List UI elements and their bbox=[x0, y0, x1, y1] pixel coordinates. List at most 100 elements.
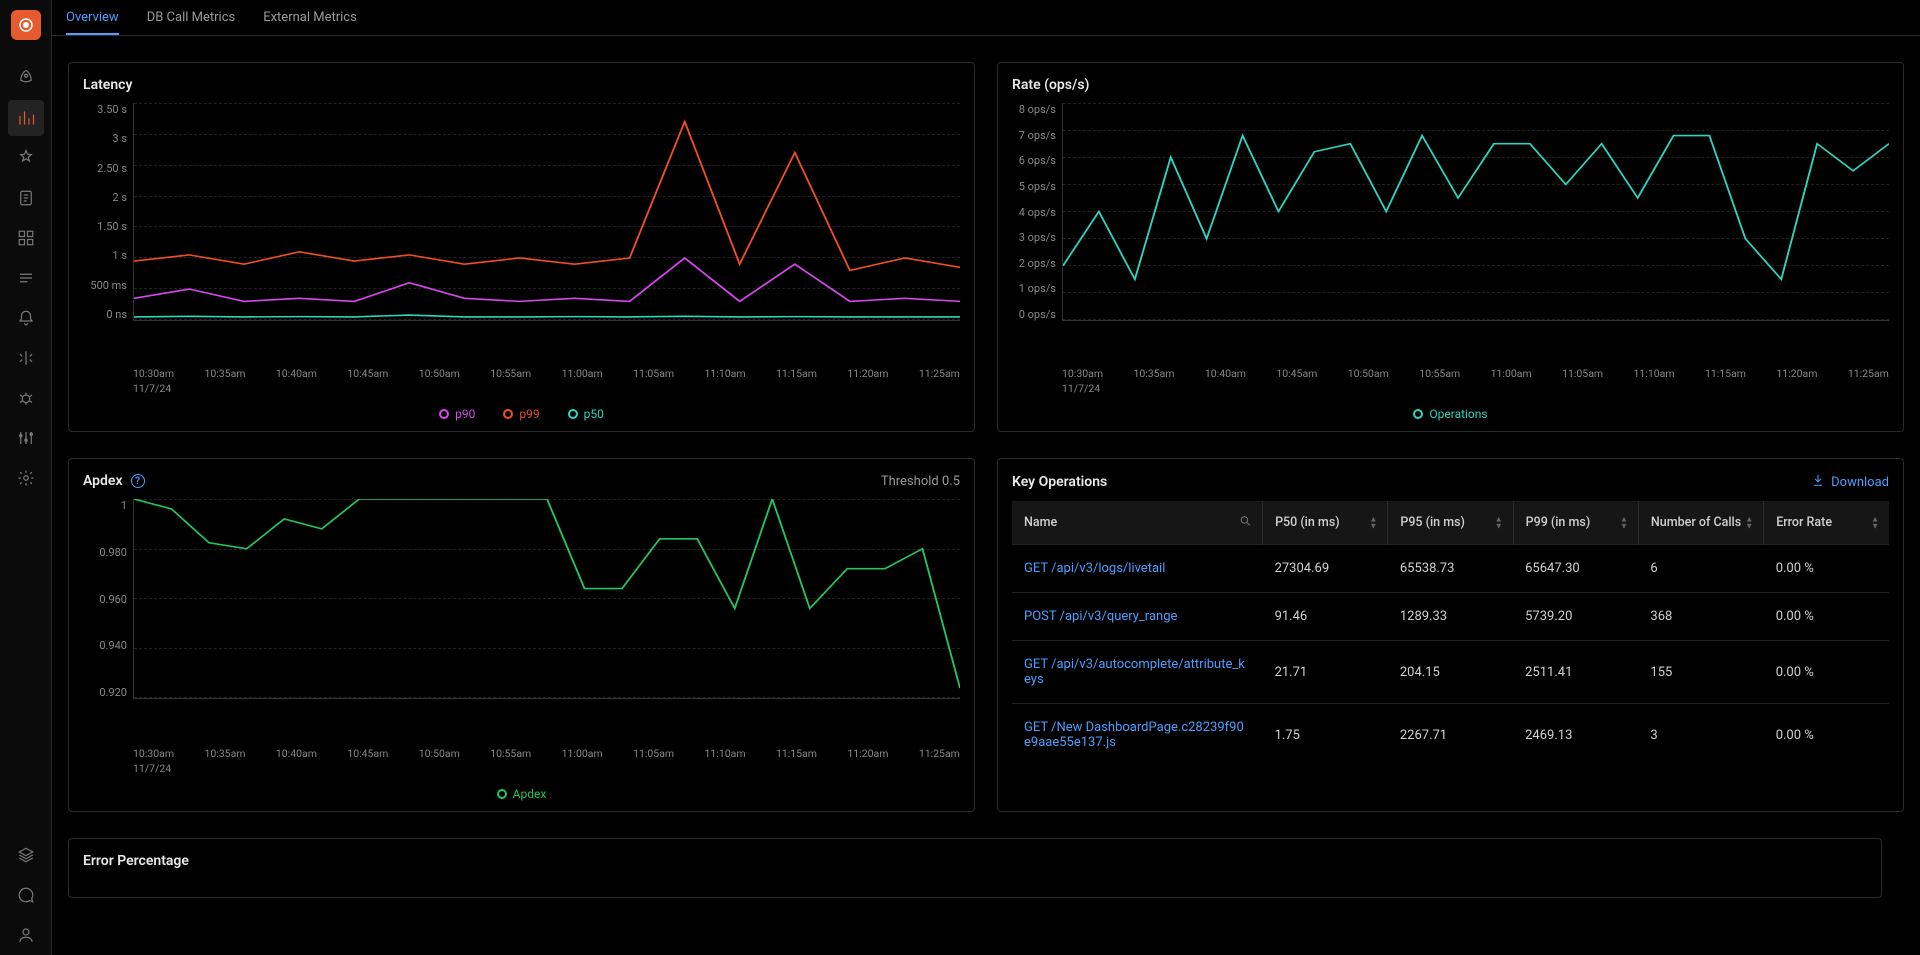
page-tabs: Overview DB Call Metrics External Metric… bbox=[52, 0, 1920, 36]
xtick: 10:45am bbox=[1276, 367, 1317, 380]
legend-label: p90 bbox=[455, 407, 475, 421]
xtick: 10:40am bbox=[1205, 367, 1246, 380]
ytick: 2 s bbox=[112, 191, 127, 204]
latency-xaxis: 10:30am 10:35am 10:40am 10:45am 10:50am … bbox=[133, 363, 960, 380]
rate-plot[interactable] bbox=[1062, 103, 1889, 321]
apdex-yaxis: 1 0.980 0.960 0.940 0.920 bbox=[83, 499, 133, 699]
col-label: P99 (in ms) bbox=[1526, 515, 1591, 530]
legend-p90[interactable]: p90 bbox=[439, 407, 475, 421]
xtick: 11:15am bbox=[1705, 367, 1746, 380]
op-name-link[interactable]: GET /api/v3/autocomplete/attribute_keys bbox=[1012, 641, 1263, 704]
xtick: 11:10am bbox=[1634, 367, 1675, 380]
download-button[interactable]: Download bbox=[1811, 473, 1889, 491]
ytick: 4 ops/s bbox=[1019, 206, 1056, 219]
rate-yaxis: 8 ops/s 7 ops/s 6 ops/s 5 ops/s 4 ops/s … bbox=[1012, 103, 1062, 321]
cell-p95: 204.15 bbox=[1388, 641, 1513, 704]
cell-p95: 2267.71 bbox=[1388, 704, 1513, 767]
xtick: 11:25am bbox=[919, 367, 960, 380]
tab-external[interactable]: External Metrics bbox=[263, 3, 357, 35]
op-name-link[interactable]: GET /New DashboardPage.c28239f90e9aae55e… bbox=[1012, 704, 1263, 767]
nav-account[interactable] bbox=[8, 917, 44, 953]
panel-rate: Rate (ops/s) 8 ops/s 7 ops/s 6 ops/s 5 o… bbox=[997, 62, 1904, 432]
op-name-link[interactable]: GET /api/v3/logs/livetail bbox=[1012, 545, 1263, 593]
nav-exceptions[interactable] bbox=[8, 340, 44, 376]
cell-p50: 27304.69 bbox=[1263, 545, 1388, 593]
sort-icon[interactable]: ▲▼ bbox=[1871, 516, 1879, 529]
xtick: 10:35am bbox=[204, 367, 245, 380]
rate-legend: Operations bbox=[1012, 407, 1889, 421]
nav-support[interactable] bbox=[8, 877, 44, 913]
col-p50[interactable]: P50 (in ms)▲▼ bbox=[1263, 501, 1388, 545]
col-err[interactable]: Error Rate▲▼ bbox=[1764, 501, 1889, 545]
ytick: 2 ops/s bbox=[1019, 257, 1056, 270]
apdex-chart[interactable]: 1 0.980 0.960 0.940 0.920 bbox=[83, 499, 960, 743]
ytick: 0.940 bbox=[99, 639, 127, 652]
legend-label: p50 bbox=[584, 407, 604, 421]
sort-icon[interactable]: ▲▼ bbox=[1495, 516, 1503, 529]
op-name-link[interactable]: POST /api/v3/query_range bbox=[1012, 593, 1263, 641]
legend-operations[interactable]: Operations bbox=[1413, 407, 1487, 421]
apdex-legend: Apdex bbox=[83, 787, 960, 801]
cell-p50: 91.46 bbox=[1263, 593, 1388, 641]
xtick: 10:45am bbox=[347, 367, 388, 380]
ytick: 3 ops/s bbox=[1019, 231, 1056, 244]
sort-icon[interactable]: ▲▼ bbox=[1745, 516, 1753, 529]
table-row: GET /api/v3/autocomplete/attribute_keys 2… bbox=[1012, 641, 1889, 704]
cell-p99: 5739.20 bbox=[1513, 593, 1638, 641]
xtick: 10:35am bbox=[204, 747, 245, 760]
xtick: 10:50am bbox=[419, 747, 460, 760]
content-scroll[interactable]: Latency 3.50 s 3 s 2.50 s 2 s 1.50 s 1 s… bbox=[52, 36, 1920, 955]
nav-settings[interactable] bbox=[8, 460, 44, 496]
rate-chart[interactable]: 8 ops/s 7 ops/s 6 ops/s 5 ops/s 4 ops/s … bbox=[1012, 103, 1889, 363]
col-p99[interactable]: P99 (in ms) ▲▼ bbox=[1513, 501, 1638, 545]
latency-title: Latency bbox=[83, 77, 132, 93]
nav-billing[interactable] bbox=[8, 837, 44, 873]
panel-error-percentage: Error Percentage bbox=[68, 838, 1882, 898]
ytick: 5 ops/s bbox=[1019, 180, 1056, 193]
key-ops-title: Key Operations bbox=[1012, 474, 1107, 490]
download-label: Download bbox=[1831, 475, 1889, 490]
nav-alerts[interactable] bbox=[8, 300, 44, 336]
xtick: 11:05am bbox=[633, 747, 674, 760]
col-label: Number of Calls bbox=[1651, 515, 1741, 530]
xtick: 11:20am bbox=[1776, 367, 1817, 380]
sort-icon[interactable]: ▲▼ bbox=[1369, 516, 1377, 529]
sort-icon[interactable]: ▲▼ bbox=[1620, 516, 1628, 529]
ytick: 0 ns bbox=[106, 308, 127, 321]
ytick: 8 ops/s bbox=[1019, 103, 1056, 116]
help-icon[interactable]: ? bbox=[131, 474, 145, 488]
nav-bugs[interactable] bbox=[8, 380, 44, 416]
nav-traces[interactable] bbox=[8, 140, 44, 176]
nav-logs[interactable] bbox=[8, 180, 44, 216]
app-logo[interactable] bbox=[11, 10, 41, 40]
nav-services[interactable] bbox=[8, 100, 44, 136]
xtick: 11:00am bbox=[562, 747, 603, 760]
cell-p95: 65538.73 bbox=[1388, 545, 1513, 593]
latency-plot[interactable] bbox=[133, 103, 960, 321]
legend-label: p99 bbox=[519, 407, 539, 421]
legend-apdex[interactable]: Apdex bbox=[497, 787, 547, 801]
cell-calls: 155 bbox=[1638, 641, 1763, 704]
col-name[interactable]: Name bbox=[1012, 501, 1263, 545]
nav-messaging[interactable] bbox=[8, 260, 44, 296]
tab-overview[interactable]: Overview bbox=[66, 3, 119, 35]
legend-label: Operations bbox=[1429, 407, 1487, 421]
xtick: 10:30am bbox=[133, 367, 174, 380]
col-calls[interactable]: Number of Calls ▲▼ bbox=[1638, 501, 1763, 545]
nav-dashboards[interactable] bbox=[8, 220, 44, 256]
tab-dbcall[interactable]: DB Call Metrics bbox=[147, 3, 236, 35]
apdex-plot[interactable] bbox=[133, 499, 960, 699]
xtick: 10:30am bbox=[133, 747, 174, 760]
latency-chart[interactable]: 3.50 s 3 s 2.50 s 2 s 1.50 s 1 s 500 ms … bbox=[83, 103, 960, 363]
legend-p99[interactable]: p99 bbox=[503, 407, 539, 421]
xtick: 11:05am bbox=[633, 367, 674, 380]
cell-calls: 3 bbox=[1638, 704, 1763, 767]
legend-p50[interactable]: p50 bbox=[568, 407, 604, 421]
sidebar bbox=[0, 0, 52, 955]
nav-pipelines[interactable] bbox=[8, 420, 44, 456]
xtick: 10:55am bbox=[1419, 367, 1460, 380]
search-icon[interactable] bbox=[1239, 514, 1252, 531]
ytick: 1 s bbox=[112, 249, 127, 262]
col-p95[interactable]: P95 (in ms)▲▼ bbox=[1388, 501, 1513, 545]
nav-get-started[interactable] bbox=[8, 60, 44, 96]
